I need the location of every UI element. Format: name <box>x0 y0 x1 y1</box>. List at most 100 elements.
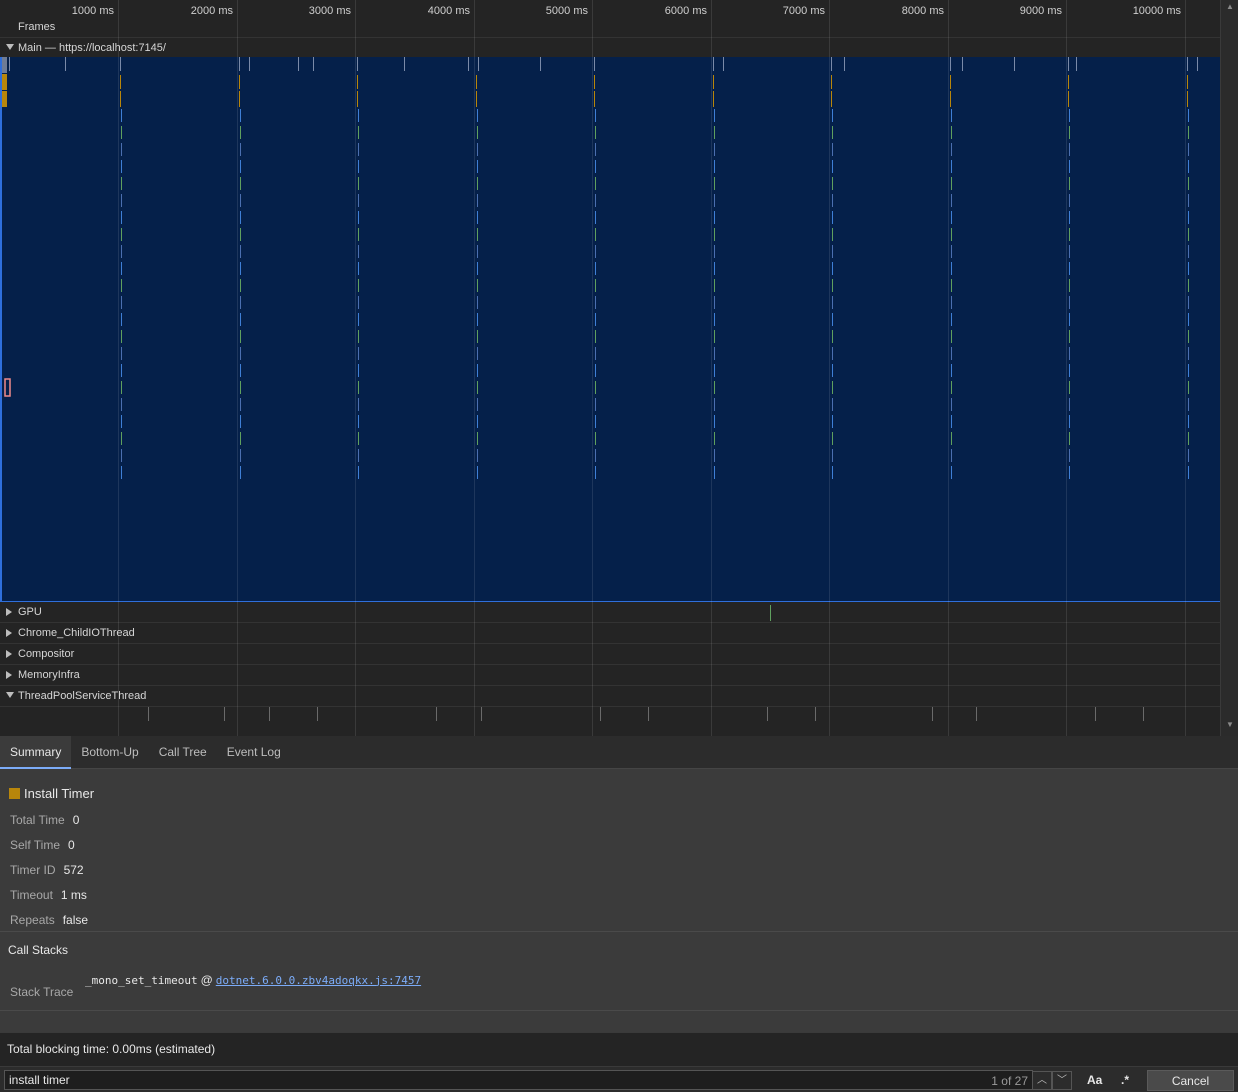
flame-event[interactable] <box>477 296 478 309</box>
flame-event[interactable] <box>831 75 832 89</box>
flame-event[interactable] <box>951 449 952 462</box>
flame-event[interactable] <box>1069 160 1070 173</box>
timer-tick[interactable] <box>65 57 66 71</box>
flame-event[interactable] <box>358 194 359 207</box>
flame-event[interactable] <box>1069 313 1070 326</box>
flame-event[interactable] <box>832 313 833 326</box>
flame-event[interactable] <box>121 126 122 139</box>
tab-summary[interactable]: Summary <box>0 736 72 769</box>
flame-event[interactable] <box>477 415 478 428</box>
flame-event[interactable] <box>1188 449 1189 462</box>
flame-event[interactable] <box>713 75 714 89</box>
flame-event[interactable] <box>358 364 359 377</box>
flame-event[interactable] <box>121 160 122 173</box>
flame-event[interactable] <box>951 415 952 428</box>
flame-event[interactable] <box>714 211 715 224</box>
flame-event[interactable] <box>240 109 241 122</box>
flame-event[interactable] <box>1188 466 1189 479</box>
flame-event[interactable] <box>832 347 833 360</box>
collapse-triangle-icon[interactable] <box>6 692 14 700</box>
threadpool-event[interactable] <box>1143 707 1144 721</box>
timer-tick[interactable] <box>1076 57 1077 71</box>
flame-event[interactable] <box>1188 381 1189 394</box>
flame-event[interactable] <box>951 194 952 207</box>
previous-match-button[interactable]: ︿ <box>1032 1071 1052 1090</box>
flame-event[interactable] <box>121 415 122 428</box>
flame-event[interactable] <box>951 398 952 411</box>
flame-event[interactable] <box>714 398 715 411</box>
flame-event[interactable] <box>358 330 359 343</box>
flame-event[interactable] <box>1188 245 1189 258</box>
flame-event[interactable] <box>477 109 478 122</box>
flame-event[interactable] <box>951 126 952 139</box>
flame-event[interactable] <box>1069 364 1070 377</box>
flame-event[interactable] <box>1069 330 1070 343</box>
cancel-search-button[interactable]: Cancel <box>1147 1070 1234 1091</box>
threadpool-event[interactable] <box>648 707 649 721</box>
timer-tick[interactable] <box>249 57 250 71</box>
flame-event[interactable] <box>240 296 241 309</box>
flame-event[interactable] <box>358 143 359 156</box>
flame-event[interactable] <box>358 279 359 292</box>
flame-event[interactable] <box>1069 449 1070 462</box>
flame-event[interactable] <box>832 262 833 275</box>
flame-event[interactable] <box>239 75 240 89</box>
flame-event[interactable] <box>240 449 241 462</box>
flame-event[interactable] <box>950 91 951 107</box>
flame-event[interactable] <box>1188 143 1189 156</box>
flame-event[interactable] <box>832 279 833 292</box>
flame-event[interactable] <box>121 466 122 479</box>
flame-event[interactable] <box>240 432 241 445</box>
flame-event[interactable] <box>951 177 952 190</box>
main-track-header[interactable]: Main — https://localhost:7145/ <box>0 38 1220 59</box>
flame-event[interactable] <box>477 381 478 394</box>
expand-triangle-icon[interactable] <box>6 629 14 637</box>
flame-event[interactable] <box>2 91 7 107</box>
flame-event[interactable] <box>121 143 122 156</box>
flame-event[interactable] <box>240 347 241 360</box>
main-thread-flamechart[interactable] <box>0 57 1220 602</box>
flame-event[interactable] <box>1188 211 1189 224</box>
flame-event[interactable] <box>1069 296 1070 309</box>
flame-event[interactable] <box>477 143 478 156</box>
flame-event[interactable] <box>358 245 359 258</box>
threadpool-event[interactable] <box>148 707 149 721</box>
flame-event[interactable] <box>240 364 241 377</box>
flame-event[interactable] <box>1068 91 1069 107</box>
flame-event[interactable] <box>477 347 478 360</box>
flame-event[interactable] <box>1188 296 1189 309</box>
flame-event[interactable] <box>595 364 596 377</box>
flame-event[interactable] <box>595 415 596 428</box>
flame-event[interactable] <box>240 160 241 173</box>
flame-event[interactable] <box>1069 177 1070 190</box>
flame-event[interactable] <box>714 177 715 190</box>
flame-event[interactable] <box>832 449 833 462</box>
tab-event-log[interactable]: Event Log <box>217 736 291 768</box>
flame-event[interactable] <box>594 91 595 107</box>
timer-tick[interactable] <box>594 57 595 71</box>
flame-event[interactable] <box>477 262 478 275</box>
flame-event[interactable] <box>121 245 122 258</box>
flame-event[interactable] <box>832 211 833 224</box>
flame-event[interactable] <box>1188 262 1189 275</box>
flame-event[interactable] <box>240 211 241 224</box>
flame-event[interactable] <box>595 143 596 156</box>
flame-event[interactable] <box>477 432 478 445</box>
flame-event[interactable] <box>358 347 359 360</box>
flame-event[interactable] <box>714 347 715 360</box>
flame-event[interactable] <box>714 194 715 207</box>
flame-event[interactable] <box>1188 126 1189 139</box>
flame-event[interactable] <box>595 245 596 258</box>
flame-event[interactable] <box>595 177 596 190</box>
flame-event[interactable] <box>714 126 715 139</box>
timeline-scrollbar[interactable]: ▲ ▼ <box>1220 0 1238 736</box>
flame-event[interactable] <box>595 347 596 360</box>
flame-event[interactable] <box>1068 75 1069 89</box>
flame-event[interactable] <box>832 109 833 122</box>
flame-event[interactable] <box>476 91 477 107</box>
flame-event[interactable] <box>477 279 478 292</box>
flame-event[interactable] <box>595 449 596 462</box>
regex-button[interactable]: .* <box>1121 1073 1129 1087</box>
flame-event[interactable] <box>1188 228 1189 241</box>
timer-tick[interactable] <box>298 57 299 71</box>
